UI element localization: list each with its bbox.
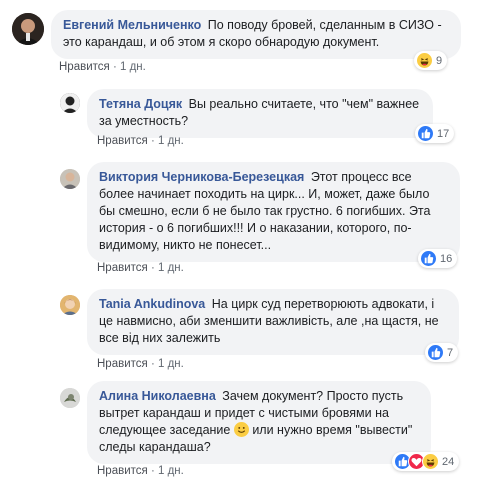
comment-time[interactable]: 1 дн. bbox=[158, 135, 184, 147]
comment-bubble: Виктория Черникова-Березецкая Этот проце… bbox=[87, 162, 460, 262]
comment-bubble: Тетяна Доцяк Вы реально считаете, что "ч… bbox=[87, 89, 433, 138]
comment-author[interactable]: Евгений Мельниченко bbox=[63, 18, 201, 32]
comment-bubble: Евгений Мельниченко По поводу бровей, сд… bbox=[51, 10, 461, 59]
comment-author[interactable]: Виктория Черникова-Березецкая bbox=[99, 170, 304, 184]
comment-time[interactable]: 1 дн. bbox=[120, 61, 146, 73]
comment-bubble: Tania Ankudinova На цирк суд перетворюют… bbox=[87, 289, 459, 355]
avatar[interactable] bbox=[12, 13, 44, 45]
avatar-photo-icon bbox=[60, 295, 80, 315]
smile-emoji-icon bbox=[233, 422, 249, 437]
avatar-photo-icon bbox=[60, 169, 80, 189]
haha-icon bbox=[416, 52, 433, 69]
like-icon bbox=[427, 344, 444, 361]
separator-dot: · bbox=[150, 358, 158, 370]
comment-author[interactable]: Tania Ankudinova bbox=[99, 297, 205, 311]
avatar-photo-icon bbox=[60, 93, 80, 113]
reactions-summary[interactable]: 24 bbox=[392, 452, 460, 471]
avatar[interactable] bbox=[60, 93, 80, 113]
separator-dot: · bbox=[150, 465, 158, 477]
comment-time[interactable]: 1 дн. bbox=[158, 358, 184, 370]
avatar[interactable] bbox=[60, 169, 80, 189]
reaction-count: 7 bbox=[447, 346, 454, 359]
reaction-count: 16 bbox=[440, 252, 453, 265]
reaction-count: 24 bbox=[442, 455, 455, 468]
separator-dot: · bbox=[150, 262, 158, 274]
comment-meta: Нравится · 1 дн. bbox=[97, 358, 184, 370]
like-link[interactable]: Нравится bbox=[97, 135, 148, 147]
reactions-summary[interactable]: 16 bbox=[418, 249, 458, 268]
like-link[interactable]: Нравится bbox=[97, 358, 148, 370]
comment-author[interactable]: Алина Николаевна bbox=[99, 389, 216, 403]
avatar[interactable] bbox=[60, 295, 80, 315]
reaction-count: 9 bbox=[436, 54, 443, 67]
like-link[interactable]: Нравится bbox=[97, 262, 148, 274]
like-link[interactable]: Нравится bbox=[59, 61, 110, 73]
comment-time[interactable]: 1 дн. bbox=[158, 262, 184, 274]
avatar[interactable] bbox=[60, 388, 80, 408]
comment-meta: Нравится · 1 дн. bbox=[97, 262, 184, 274]
comment-meta: Нравится · 1 дн. bbox=[97, 465, 184, 477]
comment-bubble: Алина Николаевна Зачем документ? Просто … bbox=[87, 381, 431, 464]
reactions-summary[interactable]: 9 bbox=[414, 51, 448, 70]
reactions-summary[interactable]: 7 bbox=[425, 343, 459, 362]
like-icon bbox=[420, 250, 437, 267]
like-icon bbox=[417, 125, 434, 142]
reactions-summary[interactable]: 17 bbox=[415, 124, 455, 143]
comment-author[interactable]: Тетяна Доцяк bbox=[99, 97, 182, 111]
haha-icon bbox=[422, 453, 439, 470]
comment-meta: Нравится · 1 дн. bbox=[97, 135, 184, 147]
comment-time[interactable]: 1 дн. bbox=[158, 465, 184, 477]
separator-dot: · bbox=[112, 61, 120, 73]
avatar-photo-icon bbox=[60, 388, 80, 408]
reaction-count: 17 bbox=[437, 127, 450, 140]
like-link[interactable]: Нравится bbox=[97, 465, 148, 477]
comment-meta: Нравится · 1 дн. bbox=[59, 61, 146, 73]
avatar-photo-icon bbox=[12, 13, 44, 45]
separator-dot: · bbox=[150, 135, 158, 147]
